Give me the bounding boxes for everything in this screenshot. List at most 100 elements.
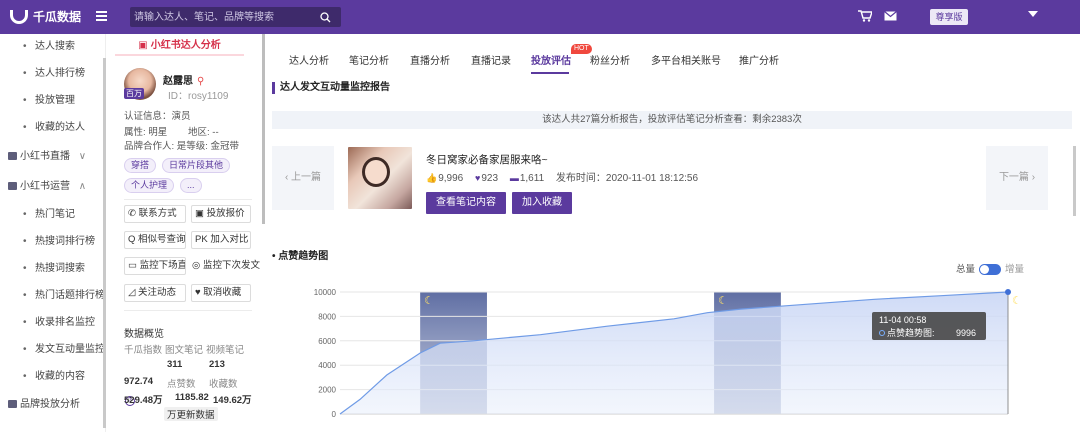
quote-label: 投放报价 [206, 208, 245, 219]
unfavorite-button[interactable]: ♥ 取消收藏 [191, 284, 251, 302]
note-title[interactable]: 冬日窝家必备家居服来咯~ [426, 152, 548, 167]
note-stats: 👍9,996 ♥923 ▬1,611 发布时间：2020-11-01 18:12… [426, 169, 698, 184]
menu-toggle-icon[interactable] [96, 11, 107, 21]
sidebar-item-talent-ranking[interactable]: 达人排行榜 [0, 63, 104, 85]
account-dropdown-icon[interactable] [1028, 11, 1038, 17]
unfavorite-label: 取消收藏 [203, 287, 242, 298]
profile-banner: ▣ 小红书达人分析 [115, 36, 244, 56]
sidebar-item-interaction-monitor[interactable]: 发文互动量监控 [0, 339, 105, 361]
like-trend-chart[interactable]: ☾ ☾ 0 2000 4000 6000 8000 10000 ☾ 11-04 00:58 点赞趋势… [266, 280, 1080, 432]
toggle-switch[interactable] [979, 263, 1002, 275]
comment-icon: ▬ [509, 173, 519, 183]
contact-label: 联系方式 [138, 208, 177, 219]
vip-badge[interactable]: 尊享版 [930, 9, 968, 25]
monitor-post-button[interactable]: ◎ 监控下次发文 [188, 257, 262, 275]
sidebar-item-label: 达人排行榜 [35, 68, 85, 79]
tag[interactable]: 穿搭 [124, 158, 157, 173]
tag-more[interactable]: ... [180, 178, 202, 193]
sidebar-item-campaign-management[interactable]: 投放管理 [0, 90, 104, 112]
active-tab-indicator [531, 72, 569, 74]
note-likes: 9,996 [438, 173, 464, 184]
toggle-increment-label: 增量 [1005, 264, 1025, 275]
next-label: 下一篇 [998, 172, 1029, 183]
tab-live-analysis[interactable]: 直播分析 [410, 52, 450, 67]
tab-note-analysis[interactable]: 笔记分析 [349, 52, 389, 67]
report-notice: 该达人共27篇分析报告，投放评估笔记分析查看：剩余2383次 [272, 111, 1072, 129]
stat-label: 图文笔记 [165, 345, 204, 356]
divider [124, 199, 252, 200]
profile-scrollbar[interactable] [262, 34, 265, 224]
monitor-post-icon: ◎ [192, 260, 203, 271]
main-scrollbar[interactable] [1073, 146, 1076, 216]
note-collects: 923 [481, 173, 499, 184]
sidebar-group-live[interactable]: 小红书直播 ∨ [0, 146, 104, 168]
profile-panel: ▣ 小红书达人分析 百万 赵露思 ⚲ ID：rosy1109 认证信息：演员 属性:… [112, 34, 262, 432]
sidebar-item-hot-topic-ranking[interactable]: 热门话题排行榜 [0, 285, 105, 307]
search-icon [319, 11, 330, 22]
sidebar-item-hot-keyword-ranking[interactable]: 热搜词排行榜 [0, 231, 104, 253]
sidebar-item-label: 达人搜索 [35, 41, 75, 52]
prev-note-button[interactable]: ‹ 上一篇 [272, 146, 334, 210]
chevron-up-icon: ∧ [78, 181, 87, 192]
tab-talent-analysis[interactable]: 达人分析 [289, 52, 329, 67]
profile-region: 地区: -- [188, 127, 219, 138]
y-tick-label: 4000 [318, 361, 336, 370]
sidebar-group-brand-analysis[interactable]: 品牌投放分析 [0, 394, 104, 416]
view-note-button[interactable]: 查看笔记内容 [426, 192, 506, 214]
sidebar-item-ranking-monitor[interactable]: 收录排名监控 [0, 312, 104, 334]
heart-icon: ♥ [475, 173, 481, 183]
live-icon [8, 152, 17, 161]
sidebar-item-favorite-talents[interactable]: 收藏的达人 [0, 117, 104, 139]
quote-button[interactable]: ▣ 投放报价 [191, 205, 251, 223]
note-thumbnail[interactable] [348, 147, 412, 209]
monitor-live-button[interactable]: ▭ 监控下场直播 [124, 257, 186, 275]
sidebar-item-hot-keyword-search[interactable]: 热搜词搜索 [0, 258, 104, 280]
moon-icon: ☾ [424, 295, 434, 307]
y-tick-label: 0 [332, 410, 337, 419]
brand-mark-icon [10, 9, 28, 24]
divider [124, 310, 252, 311]
sidebar-group-operation[interactable]: 小红书运营 ∧ [0, 176, 104, 198]
brand-logo[interactable]: 千瓜数据 [10, 8, 81, 25]
tag[interactable]: 日常片段其他 [162, 158, 231, 173]
profile-attr: 属性: 明星 [124, 127, 168, 138]
sidebar-item-hot-notes[interactable]: 热门笔记 [0, 204, 104, 226]
sidebar-item-talent-search[interactable]: 达人搜索 [0, 36, 104, 58]
chart-title-text: 点赞趋势图 [278, 251, 329, 262]
tab-promotion-analysis[interactable]: 推广分析 [739, 52, 779, 67]
mail-icon[interactable] [884, 10, 897, 24]
stat-value-collects: 1185.82 [175, 392, 209, 403]
chart-icon: ◿ [128, 287, 138, 298]
sidebar-group-label: 小红书运营 [20, 181, 70, 192]
stat-value-index: 972.74 [124, 376, 154, 387]
similar-search-button[interactable]: Q 相似号查询 [124, 231, 186, 249]
add-favorite-button[interactable]: 加入收藏 [512, 192, 572, 214]
tab-campaign-evaluation[interactable]: 投放评估 [531, 52, 571, 67]
stat-value-image-notes: 311 [167, 359, 183, 370]
search-input[interactable] [134, 7, 309, 27]
sidebar-scrollbar[interactable] [103, 58, 106, 428]
tab-multi-platform[interactable]: 多平台相关账号 [651, 52, 721, 67]
brand-chart-icon [8, 400, 17, 409]
next-note-button[interactable]: 下一篇 › [986, 146, 1048, 210]
follow-dynamics-button[interactable]: ◿ 关注动态 [124, 284, 186, 302]
total-increment-toggle[interactable]: 总量 增量 [956, 261, 1024, 275]
profile-banner-label: 小红书达人分析 [150, 40, 221, 51]
sidebar-group-label: 小红书直播 [20, 151, 70, 162]
refresh-data-button[interactable]: 万更新数据 [164, 407, 218, 421]
compare-button[interactable]: PK 加入对比 [191, 231, 251, 249]
y-tick-label: 8000 [318, 312, 336, 321]
contact-button[interactable]: ✆ 联系方式 [124, 205, 186, 223]
sidebar-group-label: 品牌投放分析 [20, 399, 80, 410]
tab-live-records[interactable]: 直播记录 [471, 52, 511, 67]
search-button[interactable] [309, 7, 341, 27]
live-monitor-icon: ▭ [128, 260, 140, 271]
tag[interactable]: 个人护理 [124, 178, 175, 193]
chevron-down-icon: ∨ [78, 151, 87, 162]
prev-label: 上一篇 [291, 172, 322, 183]
sidebar-item-favorite-content[interactable]: 收藏的内容 [0, 366, 104, 388]
tab-fans-analysis[interactable]: 粉丝分析 [590, 52, 630, 67]
tooltip-time: 11-04 00:58 [879, 315, 926, 325]
cart-icon[interactable] [858, 10, 873, 25]
pk-icon: PK [195, 234, 211, 245]
